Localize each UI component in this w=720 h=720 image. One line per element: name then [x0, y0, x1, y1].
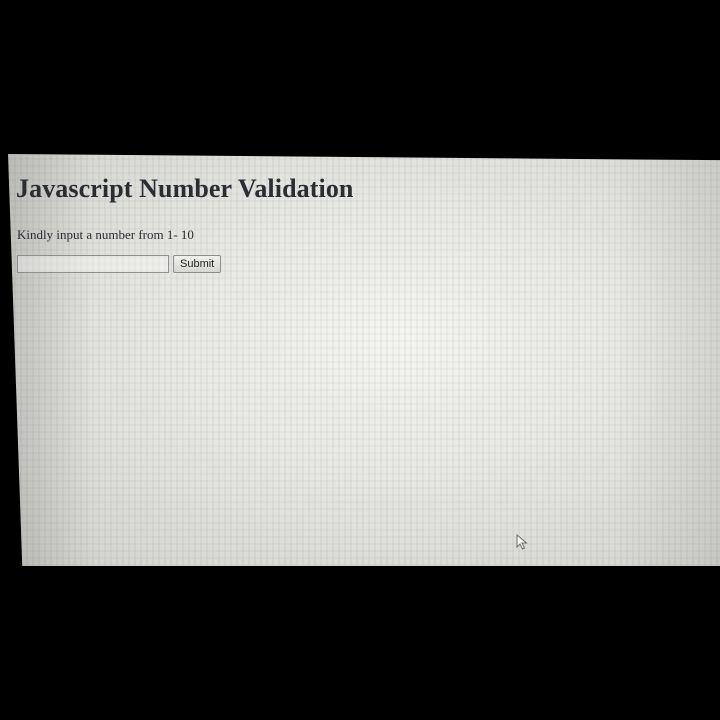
instruction-text: Kindly input a number from 1- 10 — [17, 227, 194, 242]
browser-viewport: Javascript Number Validation Kindly inpu… — [8, 154, 720, 566]
page-content: Javascript Number Validation Kindly inpu… — [16, 174, 720, 273]
number-form: Submit — [17, 255, 720, 273]
page-title: Javascript Number Validation — [16, 174, 354, 203]
photo-frame: Javascript Number Validation Kindly inpu… — [0, 0, 720, 720]
number-input[interactable] — [17, 255, 169, 273]
submit-button[interactable]: Submit — [173, 255, 222, 273]
mouse-pointer-icon — [516, 534, 528, 550]
